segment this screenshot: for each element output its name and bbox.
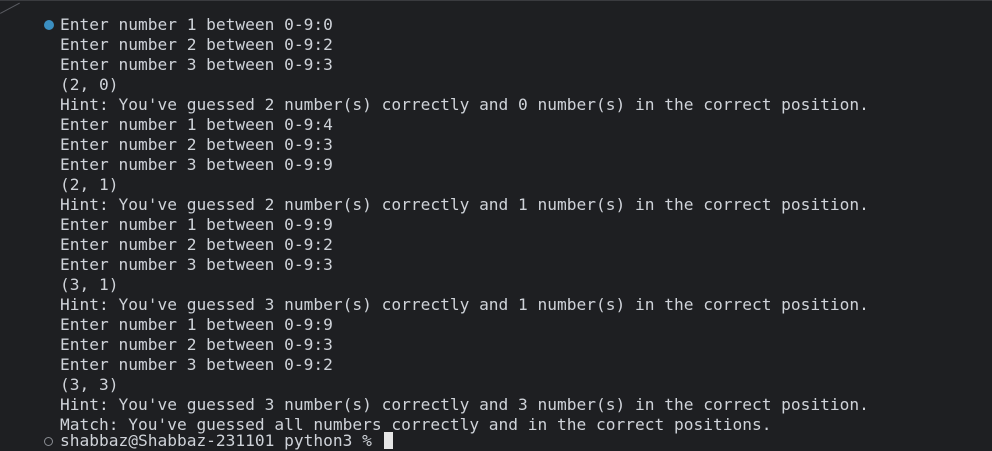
output-line: Enter number 3 between 0-9:9 (60, 155, 333, 174)
output-line: (3, 1) (60, 275, 119, 294)
terminal-panel[interactable]: Enter number 1 between 0-9:0 Enter numbe… (0, 0, 992, 450)
output-line: Enter number 2 between 0-9:3 (60, 135, 333, 154)
output-line: Hint: You've guessed 2 number(s) correct… (60, 195, 869, 214)
output-line: (2, 1) (60, 175, 119, 194)
prompt-status-icon (44, 437, 53, 446)
output-line: Hint: You've guessed 3 number(s) correct… (60, 295, 869, 314)
output-line: Hint: You've guessed 2 number(s) correct… (60, 95, 869, 114)
prompt-text: shabbaz@Shabbaz-231101 python3 % (60, 431, 382, 450)
panel-divider (0, 2, 20, 14)
output-line: Enter number 2 between 0-9:2 (60, 35, 333, 54)
output-line: (3, 3) (60, 375, 119, 394)
output-line: Enter number 3 between 0-9:3 (60, 255, 333, 274)
output-line: (2, 0) (60, 75, 119, 94)
output-line: Enter number 1 between 0-9:4 (60, 115, 333, 134)
output-line: Enter number 1 between 0-9:0 (60, 15, 333, 34)
terminal-output[interactable]: Enter number 1 between 0-9:0 Enter numbe… (60, 15, 980, 435)
text-cursor (383, 432, 393, 449)
output-line: Enter number 3 between 0-9:2 (60, 355, 333, 374)
output-line: Enter number 2 between 0-9:3 (60, 335, 333, 354)
output-line: Enter number 2 between 0-9:2 (60, 235, 333, 254)
output-line: Enter number 1 between 0-9:9 (60, 315, 333, 334)
output-line: Enter number 3 between 0-9:3 (60, 55, 333, 74)
output-line: Enter number 1 between 0-9:9 (60, 215, 333, 234)
output-line: Hint: You've guessed 3 number(s) correct… (60, 395, 869, 414)
command-status-icon[interactable] (44, 20, 54, 30)
shell-prompt[interactable]: shabbaz@Shabbaz-231101 python3 % (60, 431, 393, 451)
